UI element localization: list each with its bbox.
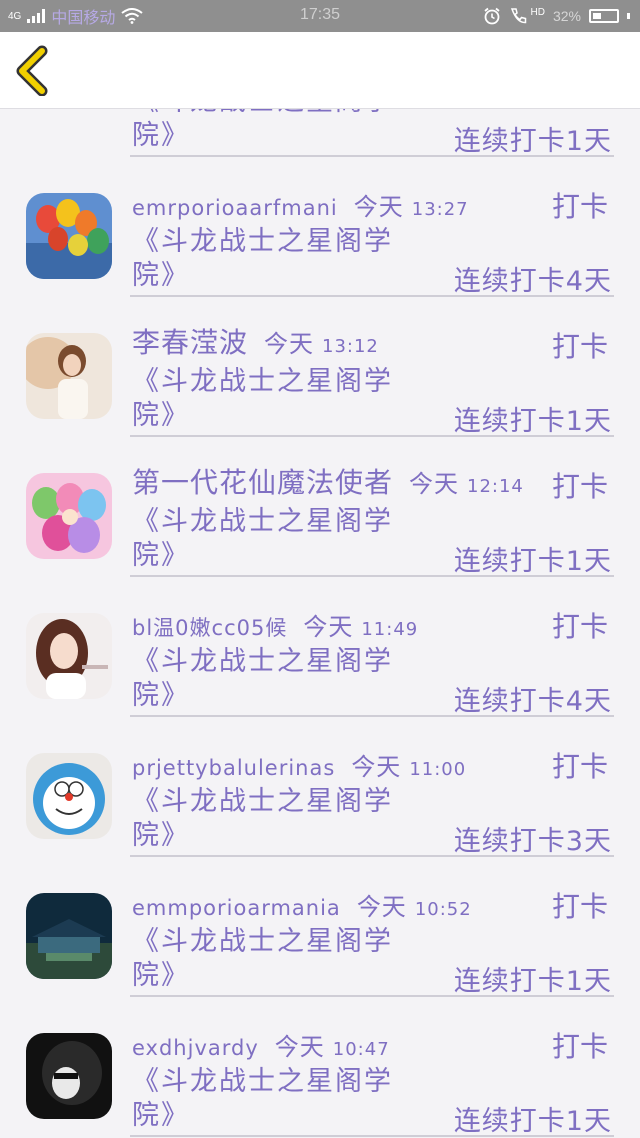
time-word: 今天 (264, 330, 315, 358)
avatar[interactable] (26, 1033, 112, 1119)
time-value: 12:14 (467, 476, 524, 497)
item-title: 《斗龙战士之星阁学院》 (132, 226, 393, 291)
item-title: 《斗龙战士之星阁学院》 (132, 786, 393, 851)
checkin-item[interactable]: 《斗龙战士之星阁学院》 连续打卡1天 (0, 109, 640, 157)
time-value: 11:00 (409, 759, 467, 780)
chevron-left-icon (16, 45, 48, 97)
checkin-button[interactable]: 打卡 (552, 745, 608, 785)
item-streak: 连续打卡1天 (453, 406, 612, 437)
checkin-item[interactable]: prjettybalulerinas 今天 11:00 打卡 《斗龙战士之星阁学院》… (0, 717, 640, 857)
call-hd-icon (510, 8, 526, 24)
battery-percent: 32% (552, 8, 581, 24)
battery-tip (627, 13, 630, 19)
avatar[interactable] (26, 753, 112, 839)
checkin-item[interactable]: emrporioaarfmani 今天 13:27 打卡 《斗龙战士之星阁学院》 连… (0, 157, 640, 297)
checkin-item[interactable]: 第一代花仙魔法使者 今天 12:14 打卡 《斗龙战士之星阁学院》 连续打卡1天 (0, 437, 640, 577)
username[interactable]: exdhjvardy 今天 10:47 (132, 1027, 390, 1062)
checkin-button[interactable]: 打卡 (552, 325, 608, 365)
item-streak: 连续打卡4天 (453, 686, 612, 717)
username-text: 第一代花仙魔法使者 (132, 466, 394, 499)
item-streak: 连续打卡1天 (453, 126, 612, 157)
time-word: 今天 (351, 753, 402, 781)
checkin-button[interactable]: 打卡 (552, 465, 608, 505)
avatar[interactable] (26, 613, 112, 699)
alarm-icon (483, 7, 500, 25)
avatar[interactable] (26, 893, 112, 979)
item-title: 《斗龙战士之星阁学院》 (132, 646, 393, 711)
time-word: 今天 (274, 1033, 325, 1061)
item-title: 《斗龙战士之星阁学院》 (132, 366, 393, 431)
username[interactable]: prjettybalulerinas 今天 11:00 (132, 747, 466, 782)
item-title: 《斗龙战士之星阁学院》 (132, 926, 393, 991)
username-text: 李春滢波 (132, 326, 249, 359)
item-title: 《斗龙战士之星阁学院》 (132, 1066, 393, 1131)
time-value: 13:12 (322, 336, 379, 357)
item-streak: 连续打卡1天 (453, 966, 612, 997)
item-streak: 连续打卡1天 (453, 546, 612, 577)
item-streak: 连续打卡4天 (453, 266, 612, 297)
username[interactable]: 李春滢波 今天 13:12 (132, 321, 379, 361)
username-text: emmporioarmania (132, 896, 341, 920)
username-text: prjettybalulerinas (132, 756, 336, 780)
username[interactable]: 第一代花仙魔法使者 今天 12:14 (132, 461, 524, 501)
checkin-button[interactable]: 打卡 (552, 605, 608, 645)
checkin-button[interactable]: 打卡 (552, 185, 608, 225)
checkin-item[interactable]: 李春滢波 今天 13:12 打卡 《斗龙战士之星阁学院》 连续打卡1天 (0, 297, 640, 437)
item-divider (130, 1135, 614, 1137)
username-text: exdhjvardy (132, 1036, 259, 1060)
item-streak: 连续打卡1天 (453, 1106, 612, 1137)
back-button[interactable] (10, 44, 62, 97)
username-text: emrporioaarfmani (132, 196, 338, 220)
avatar[interactable] (26, 193, 112, 279)
time-word: 今天 (356, 893, 407, 921)
checkin-list[interactable]: 《斗龙战士之星阁学院》 连续打卡1天 emrporioaarfmani 今天 13:… (0, 109, 640, 1138)
time-word: 今天 (353, 193, 404, 221)
checkin-button[interactable]: 打卡 (552, 885, 608, 925)
time-value: 10:47 (332, 1039, 390, 1060)
time-value: 11:49 (361, 619, 419, 640)
checkin-item[interactable]: bl温0嫩cc05候 今天 11:49 打卡 《斗龙战士之星阁学院》 连续打卡4天 (0, 577, 640, 717)
header-bar (0, 32, 640, 109)
checkin-item[interactable]: emmporioarmania 今天 10:52 打卡 《斗龙战士之星阁学院》 连续… (0, 857, 640, 997)
item-title: 《斗龙战士之星阁学院》 (132, 506, 393, 571)
status-right: HD 32% (483, 6, 630, 26)
time-value: 10:52 (414, 899, 472, 920)
checkin-item[interactable]: exdhjvardy 今天 10:47 打卡 《斗龙战士之星阁学院》 连续打卡1天 (0, 997, 640, 1137)
time-word: 今天 (409, 470, 460, 498)
checkin-button[interactable]: 打卡 (552, 1025, 608, 1065)
username[interactable]: emrporioaarfmani 今天 13:27 (132, 187, 469, 222)
item-title: 《斗龙战士之星阁学院》 (132, 109, 391, 151)
time-value: 13:27 (411, 199, 469, 220)
avatar[interactable] (26, 333, 112, 419)
avatar[interactable] (26, 473, 112, 559)
username-text: bl温0嫩cc05候 (132, 616, 288, 640)
status-bar: 4G 中国移动 17:35 HD 32% (0, 0, 640, 32)
username[interactable]: bl温0嫩cc05候 今天 11:49 (132, 607, 418, 642)
item-streak: 连续打卡3天 (453, 826, 612, 857)
battery-icon (589, 9, 619, 23)
time-word: 今天 (303, 613, 354, 641)
username[interactable]: emmporioarmania 今天 10:52 (132, 887, 472, 922)
hd-label: HD (530, 6, 545, 18)
